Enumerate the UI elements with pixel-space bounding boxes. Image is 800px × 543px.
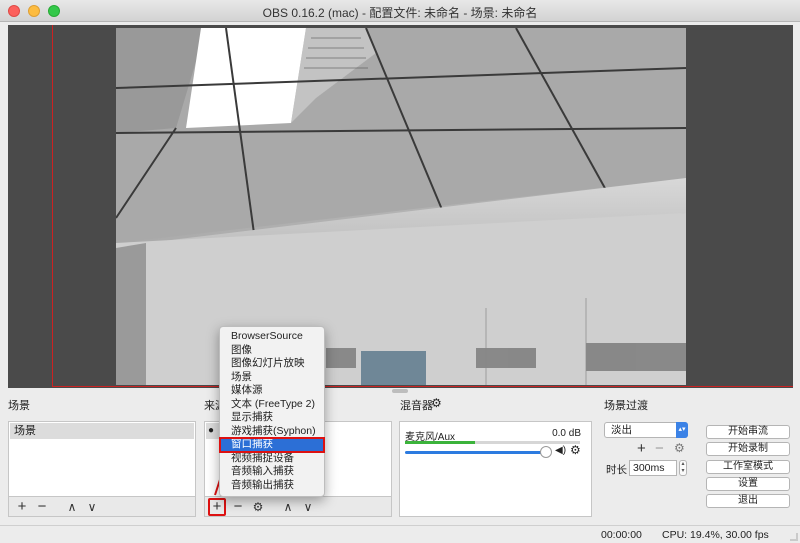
- add-scene-button[interactable]: +: [13, 498, 31, 516]
- mixer-gear-icon[interactable]: ⚙: [431, 396, 442, 410]
- menu-item-text-freetype[interactable]: 文本 (FreeType 2): [220, 398, 324, 412]
- source-properties-gear-icon[interactable]: ⚙: [249, 498, 267, 516]
- channel-settings-gear-icon[interactable]: ⚙: [570, 443, 581, 457]
- transitions-title: 场景过渡: [604, 400, 648, 412]
- menu-item-display-capture[interactable]: 显示捕获: [220, 411, 324, 425]
- preview-canvas[interactable]: [8, 25, 793, 388]
- transition-select-value: 淡出: [611, 424, 632, 436]
- menu-item-window-capture[interactable]: 窗口捕获: [219, 437, 325, 453]
- move-source-up-button[interactable]: ∧: [279, 498, 297, 516]
- splitter-handle[interactable]: [392, 389, 408, 393]
- camera-feed: [116, 28, 686, 385]
- transition-select[interactable]: 淡出 ▴▾: [604, 422, 688, 438]
- duration-stepper[interactable]: ▴ ▾: [679, 460, 687, 476]
- menu-item-image[interactable]: 图像: [220, 344, 324, 358]
- scenes-list[interactable]: 场景: [8, 421, 196, 497]
- window-title: OBS 0.16.2 (mac) - 配置文件: 未命名 - 场景: 未命名: [262, 6, 538, 20]
- volume-slider-knob[interactable]: [540, 446, 552, 458]
- title-bar: OBS 0.16.2 (mac) - 配置文件: 未命名 - 场景: 未命名: [0, 0, 800, 22]
- mixer-channel-level: 0.0 dB: [552, 428, 581, 439]
- start-recording-button[interactable]: 开始录制: [706, 442, 790, 456]
- mixer-panel: 麦克风/Aux 0.0 dB ◀) ⚙: [399, 421, 592, 517]
- exit-button[interactable]: 退出: [706, 494, 790, 508]
- menu-item-audio-output-capture[interactable]: 音频输出捕获: [220, 479, 324, 493]
- settings-button[interactable]: 设置: [706, 477, 790, 491]
- remove-source-button[interactable]: −: [229, 498, 247, 516]
- duration-input[interactable]: 300ms: [629, 460, 677, 476]
- scenes-toolbar: + − ∧ ∨: [8, 497, 196, 517]
- eye-icon[interactable]: ●: [206, 423, 220, 439]
- ceiling-image: [116, 28, 686, 385]
- status-cpu: CPU: 19.4%, 30.00 fps: [662, 529, 769, 541]
- scenes-title: 场景: [8, 400, 30, 412]
- menu-item-game-capture-syphon[interactable]: 游戏捕获(Syphon): [220, 425, 324, 439]
- move-source-down-button[interactable]: ∨: [299, 498, 317, 516]
- move-scene-up-button[interactable]: ∧: [63, 498, 81, 516]
- mixer-title: 混音器: [400, 400, 433, 412]
- transition-gear-icon[interactable]: ⚙: [674, 441, 685, 455]
- add-source-menu: BrowserSource 图像 图像幻灯片放映 场景 媒体源 文本 (Free…: [219, 326, 325, 497]
- menu-item-audio-input-capture[interactable]: 音频输入捕获: [220, 465, 324, 479]
- sources-toolbar: + − ⚙ ∧ ∨: [204, 497, 392, 517]
- menu-item-scene[interactable]: 场景: [220, 371, 324, 385]
- move-scene-down-button[interactable]: ∨: [83, 498, 101, 516]
- studio-mode-button[interactable]: 工作室模式: [706, 460, 790, 474]
- menu-item-video-capture-device[interactable]: 视频捕捉设备: [220, 452, 324, 466]
- volume-meter-fill: [405, 441, 475, 444]
- scene-item[interactable]: 场景: [10, 423, 194, 439]
- start-streaming-button[interactable]: 开始串流: [706, 425, 790, 439]
- status-bar: 00:00:00 CPU: 19.4%, 30.00 fps: [0, 525, 800, 543]
- status-time: 00:00:00: [601, 529, 642, 541]
- volume-slider[interactable]: [405, 451, 550, 454]
- menu-item-browser-source[interactable]: BrowserSource: [220, 330, 324, 344]
- remove-scene-button[interactable]: −: [33, 498, 51, 516]
- resize-grip-icon[interactable]: [790, 533, 798, 541]
- speaker-icon[interactable]: ◀): [555, 445, 566, 456]
- menu-item-image-slideshow[interactable]: 图像幻灯片放映: [220, 357, 324, 371]
- menu-item-media-source[interactable]: 媒体源: [220, 384, 324, 398]
- volume-meter: [405, 441, 580, 444]
- remove-transition-button[interactable]: −: [655, 440, 664, 457]
- chevron-updown-icon: ▴▾: [676, 422, 688, 438]
- add-source-button[interactable]: +: [208, 498, 226, 516]
- duration-label: 时长: [606, 464, 627, 476]
- add-transition-button[interactable]: +: [637, 440, 646, 457]
